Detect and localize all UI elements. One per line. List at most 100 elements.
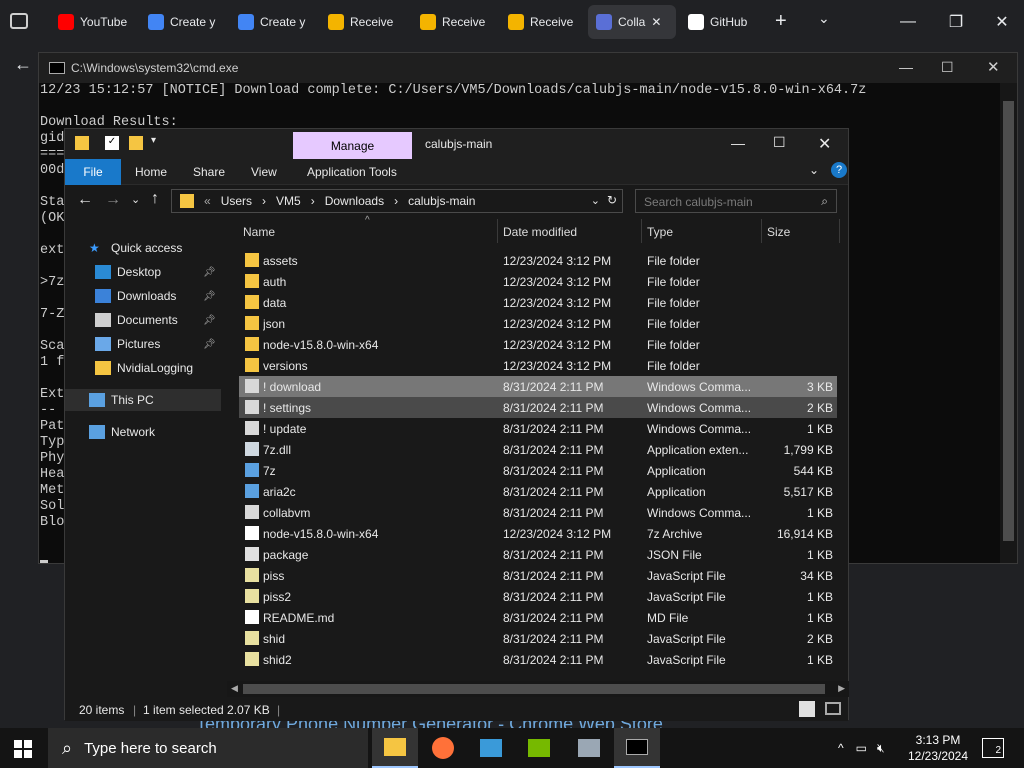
table-row[interactable]: data 12/23/2024 3:12 PM File folder: [239, 292, 837, 313]
browser-tab[interactable]: Receive: [320, 5, 406, 39]
new-folder-icon[interactable]: [129, 136, 143, 150]
explorer-titlebar[interactable]: ✓ ▾ Manage calubjs-main — ☐ ✕: [65, 129, 848, 159]
table-row[interactable]: collabvm 8/31/2024 2:11 PM Windows Comma..…: [239, 502, 837, 523]
browser-tab[interactable]: GitHub: [680, 5, 760, 39]
table-row[interactable]: node-v15.8.0-win-x64 12/23/2024 3:12 PM 7z…: [239, 523, 837, 544]
nav-item-downloads[interactable]: Downloads 📌︎: [65, 285, 221, 307]
cmd-minimize-icon[interactable]: —: [899, 59, 913, 75]
breadcrumb-vm5[interactable]: VM5: [276, 194, 301, 208]
ribbon-expand-chevron-icon[interactable]: ⌄: [809, 163, 819, 177]
nvidia-taskbar-icon[interactable]: [516, 728, 562, 768]
nav-item-quick-access[interactable]: ★ Quick access: [65, 237, 221, 259]
refresh-icon[interactable]: ↻: [607, 193, 617, 207]
tab-application-tools[interactable]: Application Tools: [307, 165, 397, 179]
up-arrow-icon[interactable]: ↑: [151, 190, 159, 208]
nav-item-pictures[interactable]: Pictures 📌︎: [65, 333, 221, 355]
nav-item-network[interactable]: Network: [65, 421, 221, 443]
table-row[interactable]: versions 12/23/2024 3:12 PM File folder: [239, 355, 837, 376]
file-explorer-taskbar-icon[interactable]: [372, 728, 418, 768]
volume-muted-icon[interactable]: 🔇︎: [877, 741, 885, 756]
table-row[interactable]: shid2 8/31/2024 2:11 PM JavaScript File 1 K…: [239, 649, 837, 670]
back-arrow-icon[interactable]: ←: [77, 191, 93, 209]
table-row[interactable]: shid 8/31/2024 2:11 PM JavaScript File 2 KB: [239, 628, 837, 649]
table-row[interactable]: package 8/31/2024 2:11 PM JSON File 1 KB: [239, 544, 837, 565]
tab-share[interactable]: Share: [193, 165, 225, 179]
start-button[interactable]: [14, 740, 32, 758]
scroll-right-icon[interactable]: ▶: [838, 683, 845, 694]
taskbar-search-input[interactable]: ⌕ Type here to search: [48, 728, 368, 768]
table-row[interactable]: auth 12/23/2024 3:12 PM File folder: [239, 271, 837, 292]
explorer-minimize-icon[interactable]: —: [731, 135, 745, 151]
file-explorer-window[interactable]: ✓ ▾ Manage calubjs-main — ☐ ✕ Home Share…: [64, 128, 849, 721]
address-bar[interactable]: « Users › VM5 › Downloads › calubjs-main…: [171, 189, 623, 213]
table-row[interactable]: ! update 8/31/2024 2:11 PM Windows Comma..…: [239, 418, 837, 439]
browser-tab[interactable]: Receive: [500, 5, 584, 39]
breadcrumb-overflow-icon[interactable]: «: [204, 194, 211, 208]
table-row[interactable]: node-v15.8.0-win-x64 12/23/2024 3:12 PM Fi…: [239, 334, 837, 355]
table-row[interactable]: 7z 8/31/2024 2:11 PM Application 544 KB: [239, 460, 837, 481]
back-arrow-icon[interactable]: ←: [14, 54, 32, 75]
nav-item-desktop[interactable]: Desktop 📌︎: [65, 261, 221, 283]
notification-center-icon[interactable]: 2: [982, 738, 1004, 758]
table-row[interactable]: piss2 8/31/2024 2:11 PM JavaScript File 1 K…: [239, 586, 837, 607]
search-input[interactable]: Search calubjs-main ⌕: [635, 189, 837, 213]
forward-arrow-icon[interactable]: →: [105, 191, 121, 209]
recent-locations-chevron-icon[interactable]: ⌄: [131, 193, 140, 206]
column-size[interactable]: Size: [767, 225, 790, 239]
table-row[interactable]: ! download 8/31/2024 2:11 PM Windows Comma…: [239, 376, 837, 397]
table-row[interactable]: 7z.dll 8/31/2024 2:11 PM Application exten…: [239, 439, 837, 460]
cmd-close-icon[interactable]: ✕: [987, 58, 1000, 76]
explorer-close-icon[interactable]: ✕: [818, 134, 831, 154]
cmd-titlebar[interactable]: C:\Windows\system32\cmd.exe — ☐ ✕: [39, 53, 1017, 83]
manage-tab[interactable]: Manage: [293, 132, 412, 159]
column-divider[interactable]: [761, 219, 762, 243]
browser-tab[interactable]: Colla ✕: [588, 5, 676, 39]
cmd-taskbar-icon[interactable]: [614, 728, 660, 768]
close-icon[interactable]: ✕: [984, 8, 1020, 36]
horizontal-scrollbar[interactable]: ◀ ▶: [227, 681, 849, 697]
cmd-scroll-thumb[interactable]: [1003, 101, 1014, 541]
clock[interactable]: 3:13 PM 12/23/2024: [904, 732, 972, 764]
tab-search-icon[interactable]: [10, 13, 28, 29]
column-divider[interactable]: [839, 219, 840, 243]
breadcrumb-downloads[interactable]: Downloads: [325, 194, 384, 208]
store-taskbar-icon[interactable]: [468, 728, 514, 768]
browser-tab[interactable]: Create y: [140, 5, 226, 39]
network-tray-icon[interactable]: ▭: [856, 741, 867, 755]
table-row[interactable]: piss 8/31/2024 2:11 PM JavaScript File 34 K…: [239, 565, 837, 586]
minimize-icon[interactable]: —: [890, 8, 926, 36]
nav-item-documents[interactable]: Documents 📌︎: [65, 309, 221, 331]
cmd-maximize-icon[interactable]: ☐: [941, 59, 954, 76]
horizontal-scroll-thumb[interactable]: [243, 684, 825, 694]
cmd-scrollbar[interactable]: [1000, 83, 1017, 563]
browser-tab[interactable]: Create y: [230, 5, 316, 39]
tray-chevron-icon[interactable]: ^: [838, 741, 844, 755]
quick-toolbar-dropdown-icon[interactable]: ▾: [151, 135, 156, 146]
nav-item-nvidialogging[interactable]: NvidiaLogging: [65, 357, 221, 379]
properties-icon[interactable]: ✓: [105, 136, 119, 150]
tab-view[interactable]: View: [251, 165, 277, 179]
browser-tab[interactable]: Receive: [412, 5, 498, 39]
table-row[interactable]: json 12/23/2024 3:12 PM File folder: [239, 313, 837, 334]
breadcrumb-calubjs-main[interactable]: calubjs-main: [408, 194, 475, 208]
tab-list-chevron-icon[interactable]: ⌄: [818, 10, 830, 27]
explorer-maximize-icon[interactable]: ☐: [773, 134, 786, 151]
column-divider[interactable]: [497, 219, 498, 243]
image-viewer-taskbar-icon[interactable]: [566, 728, 612, 768]
table-row[interactable]: assets 12/23/2024 3:12 PM File folder: [239, 250, 837, 271]
scroll-left-icon[interactable]: ◀: [231, 683, 238, 694]
column-type[interactable]: Type: [647, 225, 673, 239]
address-dropdown-icon[interactable]: ⌄: [591, 194, 600, 207]
table-row[interactable]: README.md 8/31/2024 2:11 PM MD File 1 KB: [239, 607, 837, 628]
table-row[interactable]: aria2c 8/31/2024 2:11 PM Application 5,517 …: [239, 481, 837, 502]
browser-tab[interactable]: YouTube: [50, 5, 136, 39]
column-divider[interactable]: [641, 219, 642, 243]
firefox-taskbar-icon[interactable]: [420, 728, 466, 768]
column-date-modified[interactable]: Date modified: [503, 225, 577, 239]
column-name[interactable]: Name: [243, 225, 275, 239]
breadcrumb-users[interactable]: Users: [221, 194, 252, 208]
large-icons-view-icon[interactable]: [825, 702, 841, 715]
details-view-icon[interactable]: [799, 701, 815, 717]
table-row[interactable]: ! settings 8/31/2024 2:11 PM Windows Comma…: [239, 397, 837, 418]
tab-close-icon[interactable]: ✕: [651, 15, 661, 29]
